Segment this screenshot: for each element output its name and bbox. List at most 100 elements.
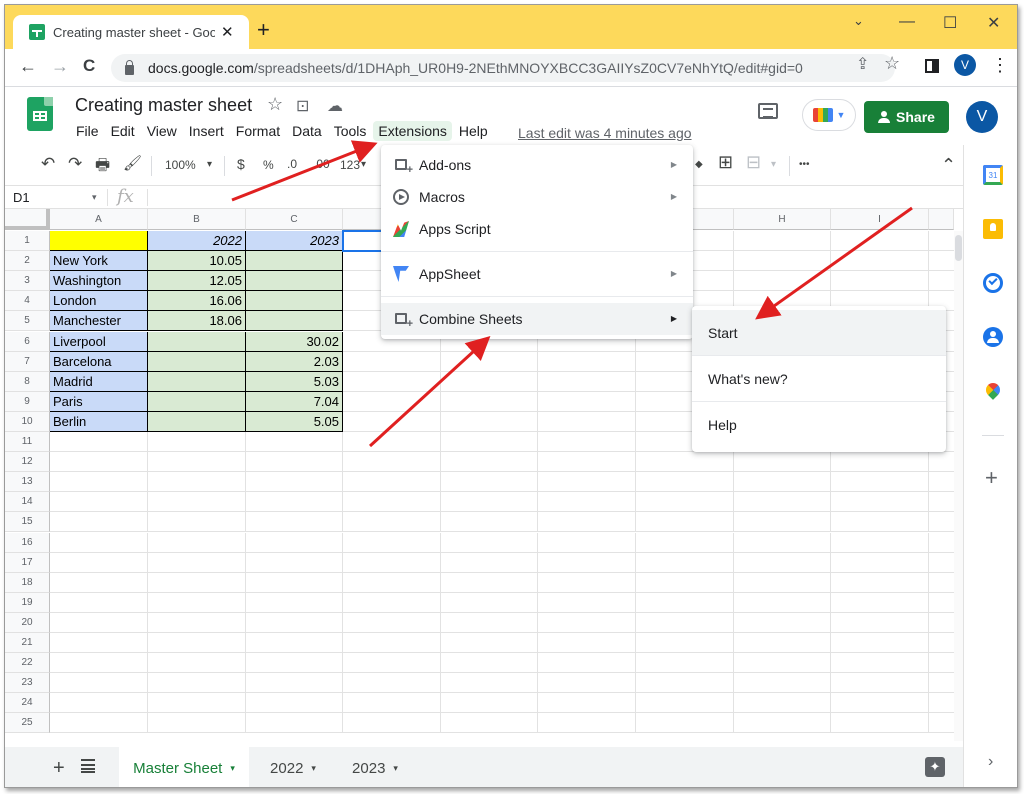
- cell[interactable]: [734, 532, 831, 553]
- cell[interactable]: [734, 552, 831, 573]
- cell[interactable]: [148, 572, 246, 593]
- cell[interactable]: Madrid: [50, 371, 148, 392]
- cell[interactable]: [50, 231, 148, 252]
- submenu-item-start[interactable]: Start: [692, 310, 946, 356]
- cell[interactable]: [441, 552, 538, 573]
- cell[interactable]: [538, 713, 636, 734]
- row-header[interactable]: 13: [5, 472, 50, 493]
- cell[interactable]: [929, 472, 955, 493]
- name-box-caret-icon[interactable]: ▾: [92, 192, 97, 203]
- cell[interactable]: [148, 512, 246, 533]
- cell[interactable]: [246, 552, 343, 573]
- share-page-icon[interactable]: ⇪: [856, 54, 869, 74]
- sheets-logo-icon[interactable]: [27, 97, 53, 131]
- cell[interactable]: [734, 251, 831, 272]
- cell[interactable]: [831, 612, 929, 633]
- cell[interactable]: [538, 653, 636, 674]
- comments-icon[interactable]: [758, 103, 778, 119]
- cell[interactable]: [929, 231, 955, 252]
- column-header[interactable]: A: [50, 209, 148, 230]
- cell[interactable]: [929, 532, 955, 553]
- cell[interactable]: Manchester: [50, 311, 148, 332]
- column-header[interactable]: I: [831, 209, 929, 230]
- cell[interactable]: [246, 311, 343, 332]
- cell[interactable]: [929, 452, 955, 473]
- cell[interactable]: [441, 492, 538, 513]
- cell[interactable]: [50, 633, 148, 654]
- menu-item-apps-script[interactable]: Apps Script: [381, 213, 693, 245]
- print-icon[interactable]: 🖶: [95, 154, 110, 181]
- cell[interactable]: [636, 592, 734, 613]
- cell[interactable]: [636, 612, 734, 633]
- back-button[interactable]: ←: [19, 56, 37, 77]
- cell[interactable]: [538, 633, 636, 654]
- sheet-tab-2023[interactable]: 2023 ▾: [335, 747, 415, 787]
- cell[interactable]: [734, 673, 831, 694]
- cell[interactable]: [441, 391, 538, 412]
- cell[interactable]: [929, 271, 955, 292]
- cell[interactable]: [831, 472, 929, 493]
- cell[interactable]: [831, 653, 929, 674]
- cell[interactable]: [246, 452, 343, 473]
- cell[interactable]: [538, 693, 636, 714]
- browser-profile-avatar[interactable]: V: [954, 54, 976, 76]
- fill-color-icon[interactable]: ◆: [695, 159, 703, 170]
- cell[interactable]: New York: [50, 251, 148, 272]
- cell[interactable]: [929, 713, 955, 734]
- row-header[interactable]: 16: [5, 532, 50, 553]
- cell[interactable]: 18.06: [148, 311, 246, 332]
- row-header[interactable]: 1: [5, 231, 50, 252]
- menu-item-combine-sheets[interactable]: Combine Sheets ▶: [381, 303, 693, 335]
- cell[interactable]: 2023: [246, 231, 343, 252]
- cell[interactable]: [343, 411, 441, 432]
- cell[interactable]: [441, 432, 538, 453]
- row-header[interactable]: 18: [5, 572, 50, 593]
- row-header[interactable]: 21: [5, 633, 50, 654]
- cell[interactable]: [441, 713, 538, 734]
- cell[interactable]: [246, 572, 343, 593]
- cell[interactable]: Liverpool: [50, 331, 148, 352]
- cell[interactable]: [538, 492, 636, 513]
- cell[interactable]: [246, 532, 343, 553]
- cell[interactable]: [246, 251, 343, 272]
- cell[interactable]: [148, 391, 246, 412]
- name-box[interactable]: D1: [13, 190, 30, 205]
- paint-format-icon[interactable]: 🖌: [123, 154, 142, 172]
- cell[interactable]: Barcelona: [50, 351, 148, 372]
- row-header[interactable]: 24: [5, 693, 50, 714]
- cell[interactable]: [148, 472, 246, 493]
- submenu-item-whats-new[interactable]: What's new?: [692, 356, 946, 402]
- url-bar[interactable]: docs.google.com /spreadsheets/d/1DHAph_U…: [111, 54, 895, 82]
- cell[interactable]: [343, 693, 441, 714]
- row-header[interactable]: 11: [5, 432, 50, 453]
- cell[interactable]: [441, 673, 538, 694]
- cell[interactable]: [343, 432, 441, 453]
- cell[interactable]: [441, 371, 538, 392]
- cell[interactable]: [734, 693, 831, 714]
- add-sheet-button[interactable]: +: [53, 757, 65, 780]
- cell[interactable]: [538, 351, 636, 372]
- row-header[interactable]: 17: [5, 552, 50, 573]
- cell[interactable]: [50, 673, 148, 694]
- cell[interactable]: Paris: [50, 391, 148, 412]
- cell[interactable]: [148, 411, 246, 432]
- menu-item-macros[interactable]: Macros ▶: [381, 181, 693, 213]
- side-panel-icon[interactable]: [925, 59, 939, 73]
- cell[interactable]: [246, 291, 343, 312]
- more-options-icon[interactable]: •••: [799, 159, 810, 170]
- row-header[interactable]: 7: [5, 351, 50, 372]
- cell[interactable]: [246, 492, 343, 513]
- cell[interactable]: [148, 552, 246, 573]
- cell[interactable]: [929, 673, 955, 694]
- calendar-icon[interactable]: 31: [983, 165, 1003, 185]
- menu-file[interactable]: File: [71, 121, 104, 141]
- maximize-button[interactable]: ☐: [943, 13, 957, 33]
- cell[interactable]: [636, 472, 734, 493]
- row-header[interactable]: 12: [5, 452, 50, 473]
- select-all-corner[interactable]: [5, 209, 50, 230]
- cell[interactable]: [636, 673, 734, 694]
- cell[interactable]: [734, 231, 831, 252]
- cell[interactable]: 30.02: [246, 331, 343, 352]
- scrollbar-thumb[interactable]: [955, 235, 962, 261]
- cell[interactable]: [831, 693, 929, 714]
